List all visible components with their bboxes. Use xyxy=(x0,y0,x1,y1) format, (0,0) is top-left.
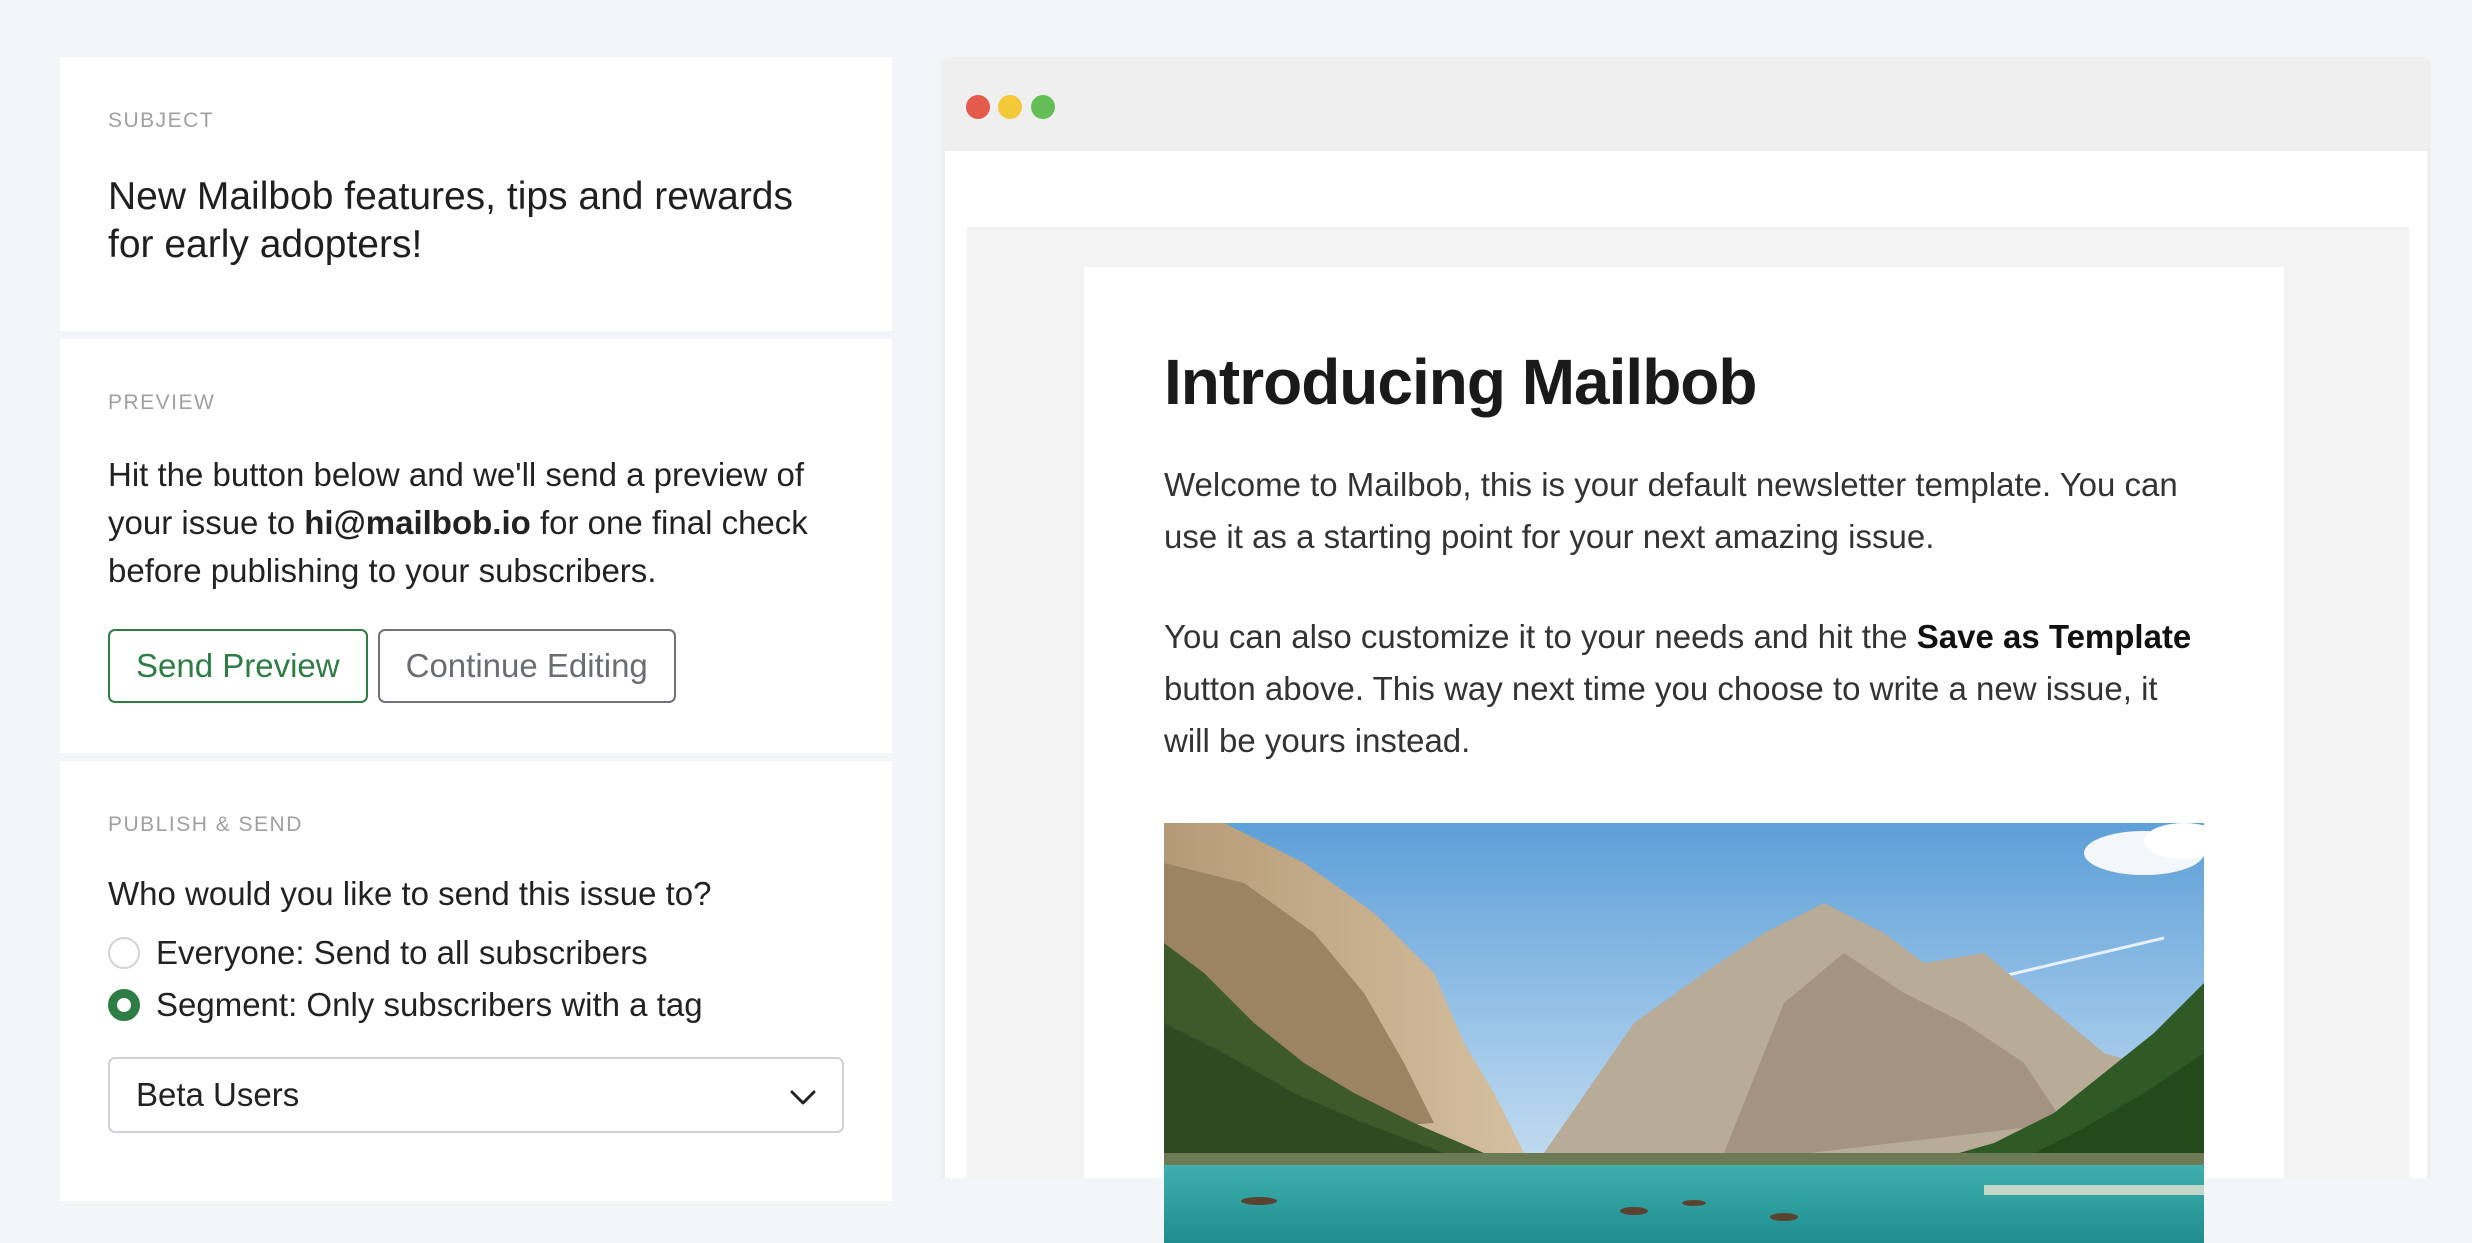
email-p2-bold: Save as Template xyxy=(1916,618,2192,655)
publish-label: PUBLISH & SEND xyxy=(108,813,303,836)
send-preview-button[interactable]: Send Preview xyxy=(108,629,368,703)
settings-column: SUBJECT New Mailbob features, tips and r… xyxy=(60,57,892,1209)
hero-image xyxy=(1164,823,2204,1243)
subject-label: SUBJECT xyxy=(108,109,215,132)
browser-window: Introducing Mailbob Welcome to Mailbob, … xyxy=(941,57,2431,1243)
minimize-window-dot[interactable] xyxy=(998,95,1022,119)
preview-card: PREVIEW Hit the button below and we'll s… xyxy=(60,339,892,753)
radio-segment[interactable] xyxy=(108,989,140,1021)
publish-card: PUBLISH & SEND Who would you like to sen… xyxy=(60,761,892,1201)
close-window-dot[interactable] xyxy=(966,95,990,119)
subject-card: SUBJECT New Mailbob features, tips and r… xyxy=(60,57,892,331)
maximize-window-dot[interactable] xyxy=(1031,95,1055,119)
email-p2-after: button above. This way next time you cho… xyxy=(1164,670,2158,759)
radio-option-everyone[interactable]: Everyone: Send to all subscribers xyxy=(108,927,844,979)
preview-actions: Send Preview Continue Editing xyxy=(108,629,844,703)
email-body: Introducing Mailbob Welcome to Mailbob, … xyxy=(1084,267,2284,1243)
preview-email: hi@mailbob.io xyxy=(304,504,531,541)
segment-select[interactable]: Beta Users xyxy=(108,1057,844,1133)
preview-label: PREVIEW xyxy=(108,391,216,414)
audience-question: Who would you like to send this issue to… xyxy=(108,875,712,912)
email-title: Introducing Mailbob xyxy=(1164,346,1757,418)
segment-select-value: Beta Users xyxy=(136,1076,300,1113)
email-paragraph-1: Welcome to Mailbob, this is your default… xyxy=(1164,466,2178,555)
browser-titlebar xyxy=(941,57,2431,151)
subject-text: New Mailbob features, tips and rewards f… xyxy=(108,175,793,266)
continue-editing-button[interactable]: Continue Editing xyxy=(377,629,676,703)
email-paragraph-2: You can also customize it to your needs … xyxy=(1164,611,2204,767)
radio-everyone-label: Everyone: Send to all subscribers xyxy=(156,934,648,971)
chevron-down-icon xyxy=(790,1076,816,1114)
preview-description: Hit the button below and we'll send a pr… xyxy=(108,451,844,595)
email-canvas: Introducing Mailbob Welcome to Mailbob, … xyxy=(967,227,2409,1243)
radio-option-segment[interactable]: Segment: Only subscribers with a tag xyxy=(108,979,844,1031)
radio-segment-label: Segment: Only subscribers with a tag xyxy=(156,986,703,1023)
browser-viewport: Introducing Mailbob Welcome to Mailbob, … xyxy=(945,151,2427,1243)
radio-everyone[interactable] xyxy=(108,937,140,969)
email-p2-before: You can also customize it to your needs … xyxy=(1164,618,1917,655)
audience-radio-group: Everyone: Send to all subscribers Segmen… xyxy=(108,927,844,1031)
